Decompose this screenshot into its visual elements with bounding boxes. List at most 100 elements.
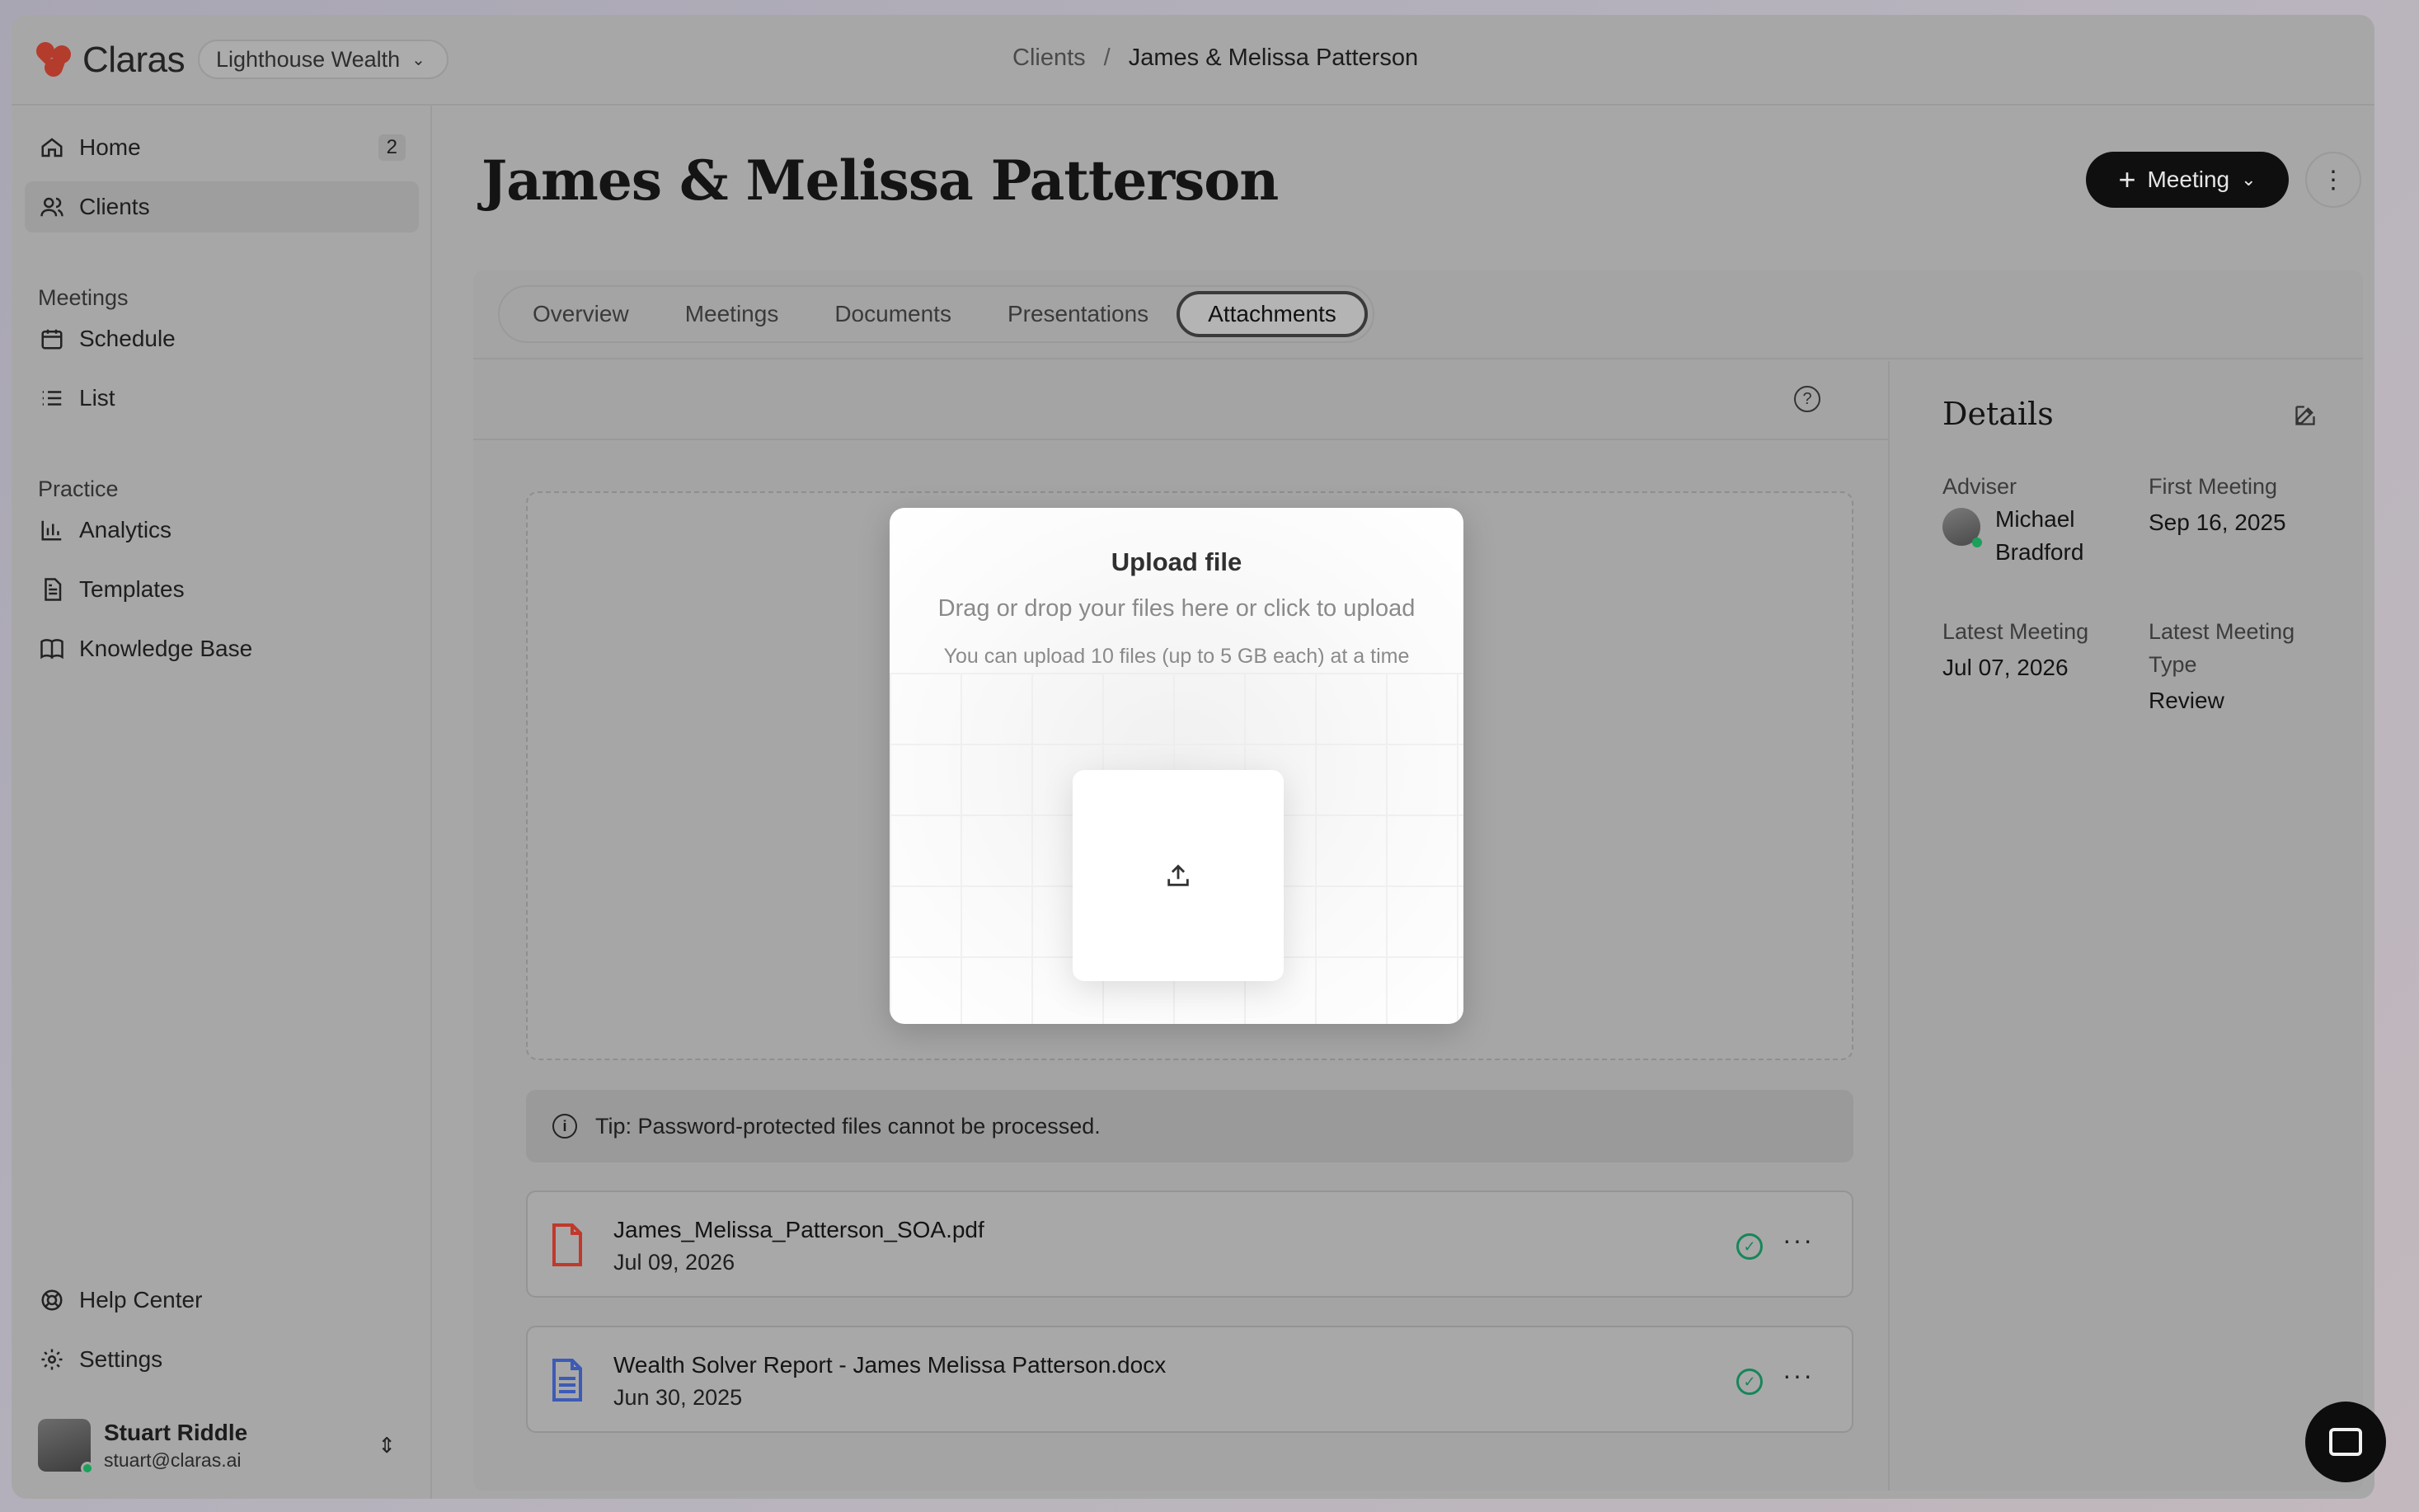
calendar-icon [41,329,63,350]
modal-title: Upload file [1111,547,1242,576]
upload-file-modal[interactable]: Upload file Drag or drop your files here… [890,508,1463,1024]
file-date: Jun 30, 2025 [613,1385,743,1410]
file-row[interactable]: Wealth Solver Report - James Melissa Pat… [526,1326,1853,1433]
user-name: Stuart Riddle [104,1419,248,1445]
top-bar: Claras Lighthouse Wealth ⌄ Clients / Jam… [12,15,2374,106]
home-icon [41,138,63,157]
sidebar-item-label: Schedule [79,326,176,351]
tab-documents[interactable]: Documents [806,291,979,337]
claras-logo-icon [32,38,75,80]
sidebar-item-label: Help Center [79,1287,203,1312]
book-icon [40,639,63,660]
file-more-options-button[interactable]: ··· [1783,1225,1814,1256]
info-icon: i [552,1114,577,1139]
sidebar-item-list[interactable]: List [25,373,419,424]
user-info: Stuart Riddle stuart@claras.ai [104,1420,247,1472]
org-selector[interactable]: Lighthouse Wealth ⌄ [198,40,449,79]
breadcrumb-current: James & Melissa Patterson [1128,45,1419,71]
lifebuoy-icon [41,1289,63,1311]
details-title: Details [1942,396,2054,432]
sidebar: Home 2 Clients Meetings Schedule List Pr… [12,106,432,1499]
chat-support-button[interactable] [2305,1402,2386,1482]
adviser-first-name: Michael [1995,506,2075,532]
gear-icon [41,1349,63,1370]
modal-note: You can upload 10 files (up to 5 GB each… [943,645,1410,668]
latest-meeting-type-label: Latest Meeting [2149,619,2295,644]
list-icon [42,391,62,406]
chevron-down-icon: ⌄ [411,50,425,69]
file-row[interactable]: James_Melissa_Patterson_SOA.pdf Jul 09, … [526,1190,1853,1298]
details-panel: Details Adviser Michael Bradford First M… [1891,361,2363,1491]
sidebar-item-label: Templates [79,576,185,602]
tab-meetings[interactable]: Meetings [657,291,807,337]
first-meeting-label: First Meeting [2149,474,2278,499]
check-circle-icon: ✓ [1736,1233,1763,1260]
home-count-badge: 2 [378,134,406,161]
upload-button[interactable] [1073,770,1284,981]
sidebar-item-label: Analytics [79,517,172,542]
sidebar-item-knowledge-base[interactable]: Knowledge Base [25,623,419,674]
edit-icon[interactable] [2294,404,2317,427]
breadcrumb-clients-link[interactable]: Clients [1012,45,1086,72]
latest-meeting-type-value: Review [2149,688,2224,713]
file-name[interactable]: Wealth Solver Report - James Melissa Pat… [613,1352,1166,1378]
client-tabs: Overview Meetings Documents Presentation… [498,285,1374,343]
tab-attachments[interactable]: Attachments [1177,291,1368,337]
vertical-dots-icon: ⋮ [2321,166,2346,194]
latest-meeting-value: Jul 07, 2026 [1942,655,2069,680]
meeting-button-label: Meeting [2147,167,2230,192]
tip-banner: i Tip: Password-protected files cannot b… [526,1090,1853,1162]
adviser-label: Adviser [1942,474,2017,499]
user-menu[interactable]: Stuart Riddle stuart@claras.ai ⇕ [38,1416,409,1475]
pdf-file-icon [552,1223,582,1266]
sidebar-item-label: Settings [79,1346,163,1372]
sidebar-item-label: Knowledge Base [79,636,253,661]
sidebar-item-help-center[interactable]: Help Center [25,1275,419,1326]
chat-icon [2329,1428,2362,1456]
upload-icon [1167,864,1189,886]
online-status-dot [1972,538,1982,547]
tabs-row: Overview Meetings Documents Presentation… [473,270,2363,359]
adviser-last-name: Bradford [1995,539,2084,565]
bar-chart-icon [41,520,62,541]
brand-name: Claras [82,40,186,80]
tip-text: Tip: Password-protected files cannot be … [595,1113,1101,1139]
check-circle-icon: ✓ [1736,1369,1763,1395]
file-more-options-button[interactable]: ··· [1783,1360,1814,1391]
more-options-button[interactable]: ⋮ [2305,152,2361,208]
adviser-avatar [1942,508,1982,547]
latest-meeting-label: Latest Meeting [1942,619,2089,644]
sidebar-item-clients[interactable]: Clients [25,181,419,232]
sidebar-item-templates[interactable]: Templates [25,564,419,615]
tab-presentations[interactable]: Presentations [979,291,1177,337]
first-meeting-value: Sep 16, 2025 [2149,509,2286,535]
file-date: Jul 09, 2026 [613,1250,735,1275]
modal-subtitle: Drag or drop your files here or click to… [937,595,1416,622]
sidebar-item-schedule[interactable]: Schedule [25,313,419,364]
sidebar-item-home[interactable]: Home 2 [25,122,419,173]
docx-file-icon [552,1359,582,1402]
sidebar-item-settings[interactable]: Settings [25,1334,419,1385]
sidebar-item-label: Clients [79,194,150,219]
brand-logo[interactable]: Claras [32,38,186,81]
plus-icon: + [2118,162,2136,196]
breadcrumb: Clients / James & Melissa Patterson [1012,45,1418,72]
sidebar-item-label: Home [79,134,141,160]
user-email: stuart@claras.ai [104,1449,242,1471]
pane-toolbar: ? [473,361,1888,440]
sidebar-section-meetings: Meetings [38,285,129,310]
sidebar-item-analytics[interactable]: Analytics [25,505,419,556]
breadcrumb-separator: / [1103,45,1111,71]
page-title: James & Melissa Patterson [481,148,1279,213]
help-circle-icon[interactable]: ? [1794,386,1820,412]
chevron-down-icon: ⌄ [2241,169,2257,190]
org-selector-label: Lighthouse Wealth [216,46,401,72]
sidebar-section-practice: Practice [38,477,119,501]
new-meeting-button[interactable]: + Meeting ⌄ [2086,152,2289,208]
chevron-up-down-icon: ⇕ [378,1432,396,1458]
tab-overview[interactable]: Overview [505,291,657,337]
latest-meeting-type-label-2: Type [2149,652,2197,677]
document-icon [45,578,62,601]
online-status-dot [81,1462,94,1475]
file-name[interactable]: James_Melissa_Patterson_SOA.pdf [613,1217,984,1243]
